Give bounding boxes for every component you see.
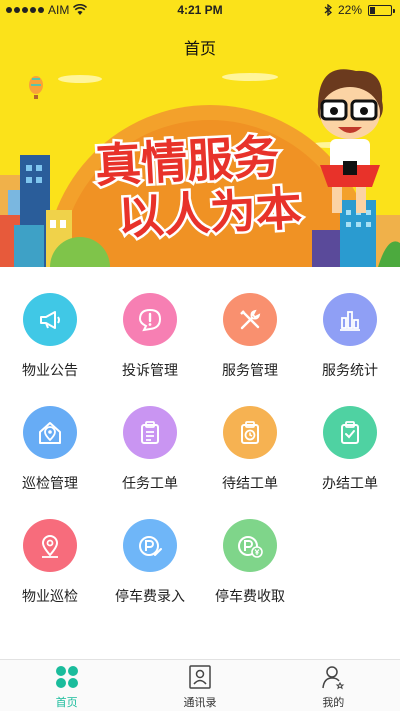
bluetooth-icon xyxy=(324,4,332,16)
header: AIM 4:21 PM 22% 首页 xyxy=(0,0,400,65)
grid-label: 任务工单 xyxy=(122,476,178,492)
grid-icon-bg xyxy=(323,406,377,459)
megaphone-icon xyxy=(40,310,60,329)
clipboard-clock-icon xyxy=(241,420,259,444)
alert-icon xyxy=(138,308,162,331)
status-right: 22% xyxy=(324,3,395,17)
banner-illustration: 真情服务 以人为本 xyxy=(0,69,400,267)
grid-item-complaint-management[interactable]: 投诉管理 xyxy=(100,267,200,380)
grid-label: 服务管理 xyxy=(222,363,278,379)
grid-label: 投诉管理 xyxy=(122,363,178,379)
grid-label: 停车费录入 xyxy=(115,589,185,605)
banner-slogan-line2: 以人为本 xyxy=(117,181,304,245)
battery-icon xyxy=(368,4,395,16)
balloon-icon xyxy=(29,76,43,99)
page-title: 首页 xyxy=(183,39,216,58)
grid-label: 停车费收取 xyxy=(215,589,285,605)
house-location-icon xyxy=(39,421,61,444)
grid-icon-bg xyxy=(323,293,377,346)
clover-icon xyxy=(55,666,78,688)
grid-item-parking-fee-entry[interactable]: 停车费录入 xyxy=(100,493,200,606)
bar-chart-icon xyxy=(340,310,360,331)
bottom-tab-bar: 首页 通讯录 我的 xyxy=(0,659,400,711)
tab-profile[interactable]: 我的 xyxy=(267,660,400,711)
grid-item-pending-orders[interactable]: 待结工单 xyxy=(200,380,300,493)
profile-icon xyxy=(322,666,345,690)
clipboard-icon xyxy=(141,420,159,444)
grid-item-service-management[interactable]: 服务管理 xyxy=(200,267,300,380)
function-grid: 物业公告 投诉管理 服务管理 服务统计 巡检管理 任务工单 待结工单 办结工单 … xyxy=(0,267,400,659)
grid-icon-bg xyxy=(23,519,77,572)
tab-contacts[interactable]: 通讯录 xyxy=(133,660,266,711)
parking-yuan-icon xyxy=(238,535,263,558)
grid-icon-bg xyxy=(223,293,277,346)
grid-item-parking-fee-collection[interactable]: 停车费收取 xyxy=(200,493,300,606)
grid-icon-bg xyxy=(23,406,77,459)
contacts-icon xyxy=(189,665,211,689)
grid-item-service-statistics[interactable]: 服务统计 xyxy=(300,267,400,380)
grid-label: 物业巡检 xyxy=(22,589,78,605)
grid-item-task-orders[interactable]: 任务工单 xyxy=(100,380,200,493)
tab-label: 我的 xyxy=(322,696,345,709)
grid-item-inspection-management[interactable]: 巡检管理 xyxy=(0,380,100,493)
grid-icon-bg xyxy=(123,293,177,346)
battery-level xyxy=(370,6,375,14)
grid-item-property-notice[interactable]: 物业公告 xyxy=(0,267,100,380)
tab-label: 首页 xyxy=(55,696,78,709)
grid-label: 办结工单 xyxy=(322,476,378,492)
tools-icon xyxy=(240,309,261,329)
clipboard-check-icon xyxy=(341,420,359,444)
grid-label: 物业公告 xyxy=(22,363,78,379)
grid-icon-bg xyxy=(23,293,77,346)
grid-icon-bg xyxy=(223,519,277,572)
grid-label: 待结工单 xyxy=(222,476,278,492)
grid-icon-bg xyxy=(123,519,177,572)
tab-label: 通讯录 xyxy=(183,696,217,709)
banner[interactable]: 真情服务 以人为本 xyxy=(0,65,400,267)
grid-icon-bg xyxy=(223,406,277,459)
map-pin-icon xyxy=(41,534,59,558)
parking-edit-icon xyxy=(139,535,162,556)
status-bar: AIM 4:21 PM 22% xyxy=(0,0,400,20)
tab-home[interactable]: 首页 xyxy=(0,660,133,711)
grid-label: 巡检管理 xyxy=(22,476,78,492)
grid-icon-bg xyxy=(123,406,177,459)
grid-item-completed-orders[interactable]: 办结工单 xyxy=(300,380,400,493)
battery-percent: 22% xyxy=(337,3,362,17)
grid-label: 服务统计 xyxy=(322,363,378,379)
grid-item-property-inspection[interactable]: 物业巡检 xyxy=(0,493,100,606)
